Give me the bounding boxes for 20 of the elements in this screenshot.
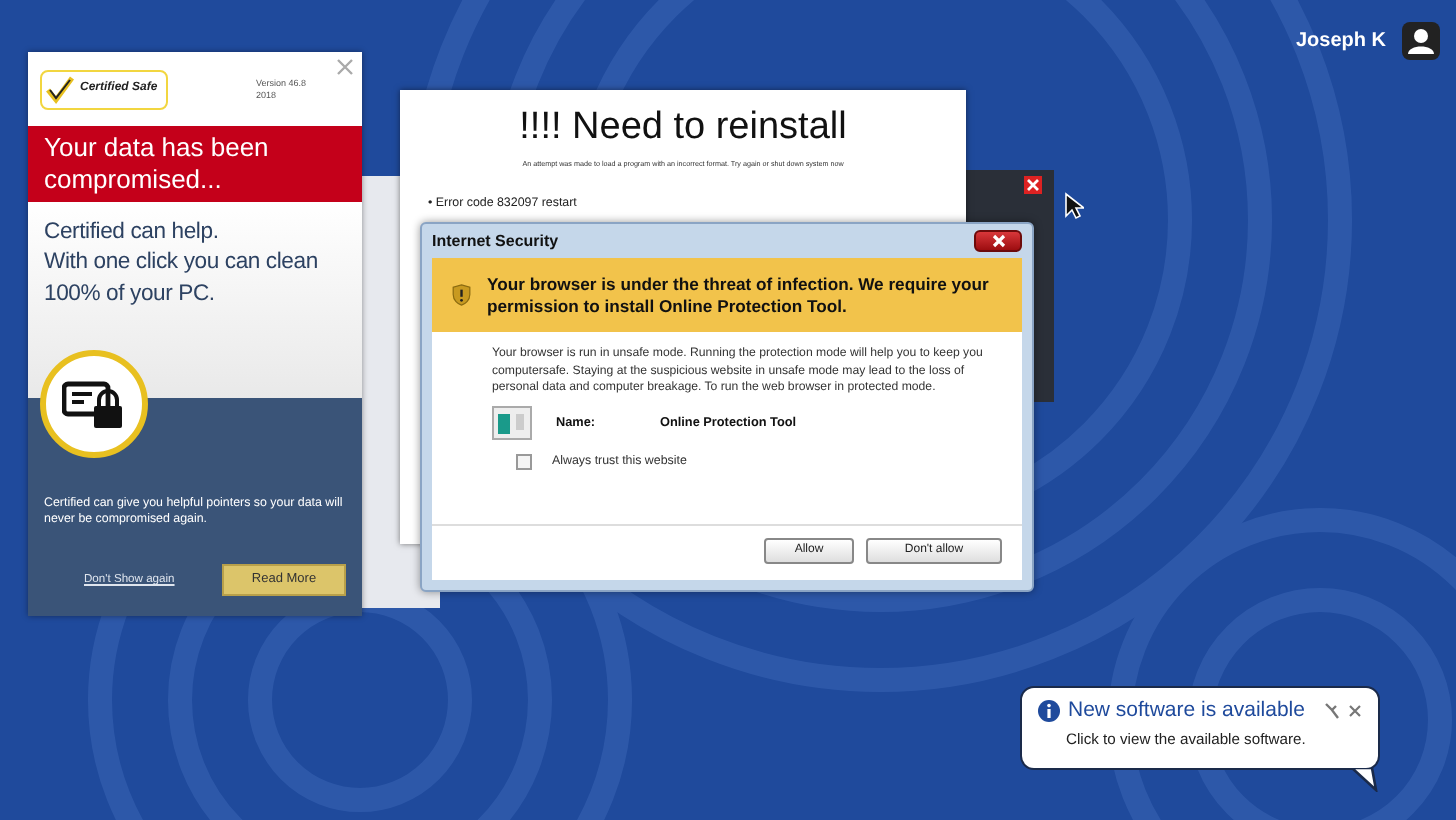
warning-text: Your browser is under the threat of infection. We require your permission to install Online Protection Tool. [487,274,991,317]
cursor-icon [1064,192,1084,220]
headline: Your data has been compromised... [28,126,362,203]
close-icon[interactable] [1348,704,1362,719]
close-icon [991,234,1005,248]
close-button[interactable] [974,230,1022,252]
pitch-text: With one click you can clean 100% of your PC. [44,248,320,310]
info-icon [1038,700,1060,723]
dialog-title: Internet Security [432,229,559,253]
user-avatar-icon[interactable] [1402,22,1440,60]
card-lock-icon [62,378,126,431]
app-icon [492,406,532,441]
checkbox[interactable] [516,453,532,470]
user-name: Joseph K [1295,28,1386,56]
checkmark-icon [44,73,76,105]
close-icon[interactable] [336,58,354,76]
notification-title: New software is available [1068,696,1305,726]
error-title: !!!! Need to reinstall [517,106,849,152]
balloon-tail-drawing [1352,768,1380,792]
pitch-text: Certified can help. [44,218,221,249]
